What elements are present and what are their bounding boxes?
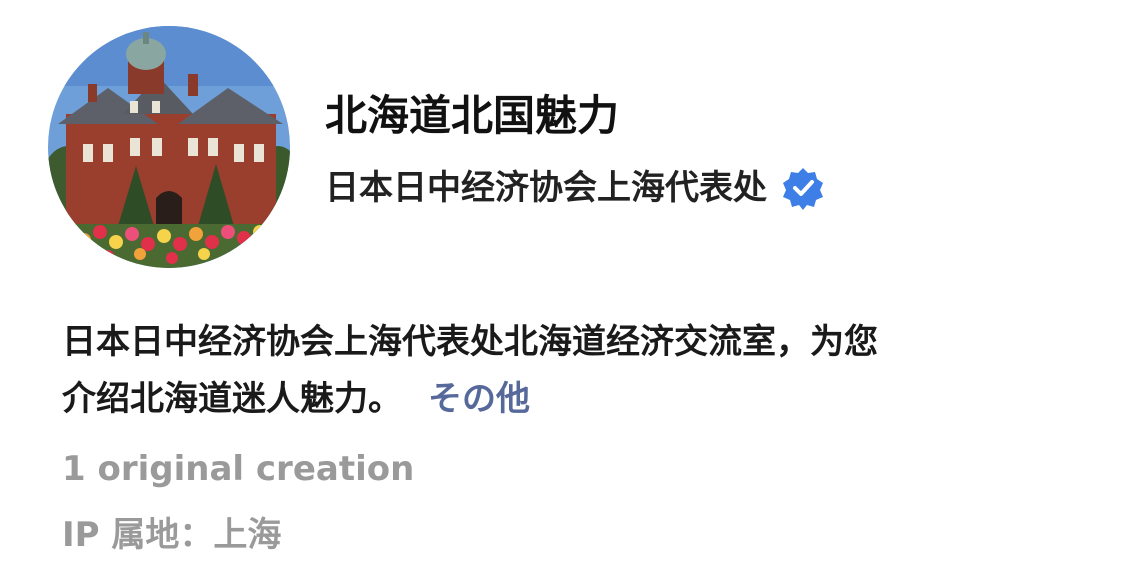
verified-badge-icon[interactable]	[781, 166, 825, 210]
avatar[interactable]	[48, 26, 290, 268]
more-link[interactable]: その他	[428, 379, 530, 419]
ip-location: IP 属地：上海	[62, 515, 282, 555]
original-creation-count: 1 original creation	[62, 449, 415, 489]
profile-header: 北海道北国魅力 日本日中经济协会上海代表处 日本日中经济协会上海代表处北海道经济…	[0, 0, 1125, 580]
red-brick-building-photo	[48, 26, 290, 268]
description-line-1: 日本日中经济协会上海代表处北海道经济交流室，为您	[62, 322, 878, 362]
description-line-2-text: 介绍北海道迷人魅力。	[62, 379, 402, 419]
organization-name: 日本日中经济协会上海代表处	[325, 168, 767, 208]
account-name: 北海道北国魅力	[325, 91, 620, 140]
profile-description: 日本日中经济协会上海代表处北海道经济交流室，为您 介绍北海道迷人魅力。 その他	[62, 314, 1062, 428]
organization-row: 日本日中经济协会上海代表处	[325, 163, 825, 213]
description-line-2: 介绍北海道迷人魅力。 その他	[62, 371, 1062, 428]
